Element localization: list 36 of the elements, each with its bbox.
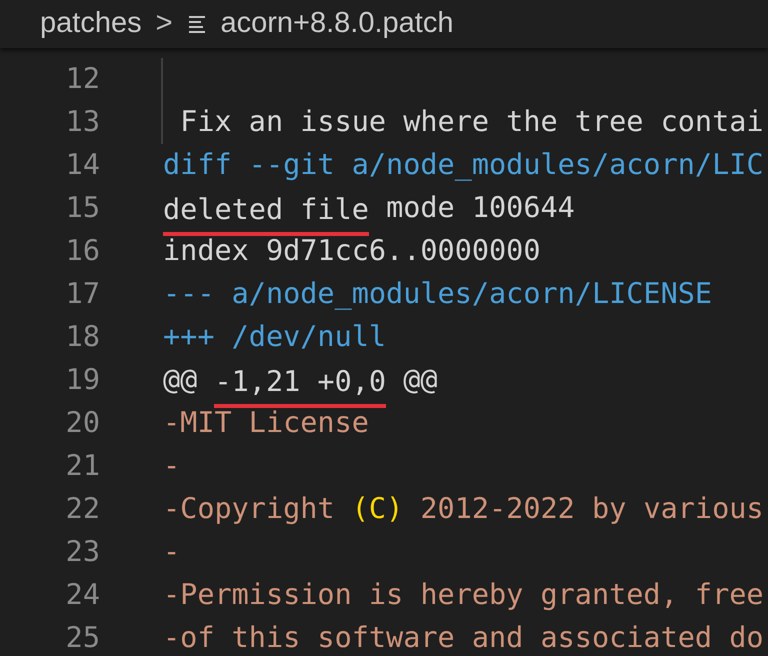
code-text: -Permission is hereby granted, free: [163, 577, 764, 614]
code-text: index 9d71cc6..0000000: [163, 233, 540, 270]
line-number: 12: [64, 61, 100, 98]
line-number: 13: [64, 104, 100, 140]
text-file-icon: [188, 15, 207, 33]
breadcrumb-file[interactable]: acorn+8.8.0.patch: [220, 2, 454, 46]
code-text: deleted file: [163, 189, 369, 236]
line-number: 16: [64, 233, 100, 270]
line-number: 17: [64, 276, 100, 312]
code-text: -: [163, 534, 180, 570]
code-text: diff --git a/node_modules/acorn/LIC: [163, 147, 764, 184]
line-number: 24: [64, 577, 100, 614]
code-text: -Copyright: [163, 491, 336, 528]
code-text: Fix an issue where the tree contai: [179, 104, 764, 140]
line-number: 14: [64, 147, 100, 184]
code-text: (C): [352, 491, 404, 528]
code-text: --- a/node_modules/acorn/LICENSE: [163, 276, 712, 312]
code-text: -1,21 +0,0: [214, 361, 386, 408]
breadcrumb-folder[interactable]: patches: [40, 2, 142, 46]
code-text: -MIT License: [163, 405, 369, 442]
code-text: @@: [402, 362, 438, 398]
code-text: -of this software and associated do: [163, 620, 764, 656]
code-text: mode 100644: [385, 190, 575, 226]
line-number: 15: [64, 190, 100, 226]
line-number: 20: [64, 405, 100, 442]
code-text: +++ /dev/null: [163, 319, 386, 356]
line-number: 23: [64, 534, 100, 570]
breadcrumb-separator: >: [156, 6, 173, 42]
line-number: 19: [64, 362, 100, 398]
line-number: 18: [64, 319, 100, 356]
code-text: 2012-2022 by various: [419, 491, 764, 528]
line-number: 22: [64, 491, 100, 528]
line-number: 25: [64, 620, 100, 656]
code-text: -: [163, 448, 180, 484]
code-text: @@: [163, 362, 198, 398]
line-number: 21: [64, 448, 100, 484]
